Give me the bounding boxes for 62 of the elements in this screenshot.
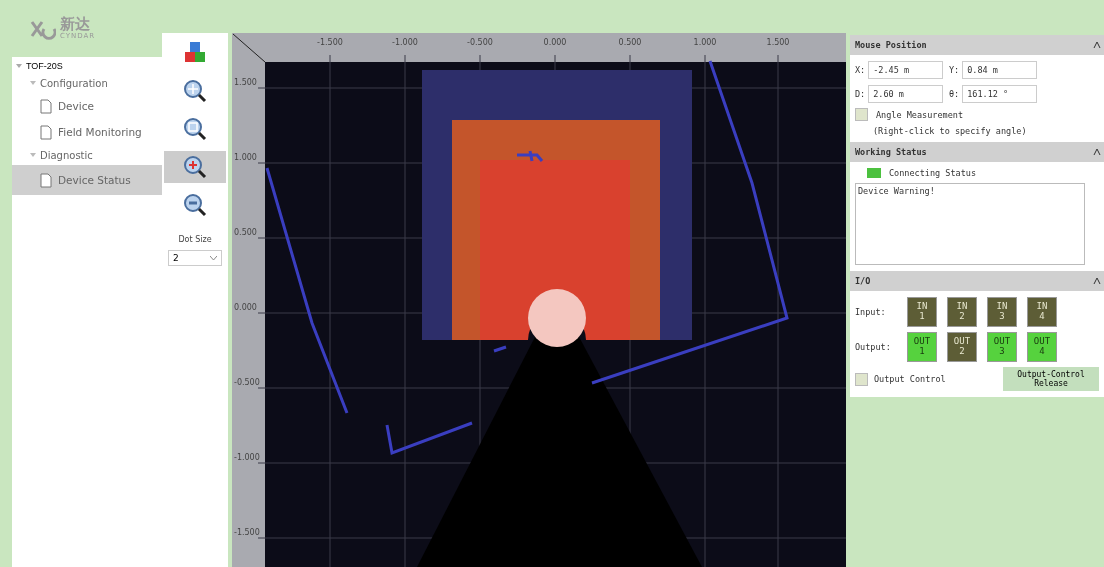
axis-tick-label: -0.500 — [234, 378, 260, 387]
release-button[interactable]: Output-Control Release — [1003, 367, 1099, 391]
log-field: Device Warning! — [855, 183, 1085, 265]
field-label: X: — [855, 65, 866, 75]
output-indicator[interactable]: OUT 2 — [947, 332, 977, 362]
collapse-icon[interactable] — [1093, 277, 1101, 285]
checkbox[interactable] — [855, 372, 868, 386]
document-icon — [40, 98, 52, 114]
axis-tick-label: 0.000 — [543, 38, 567, 47]
document-icon — [40, 172, 52, 188]
document-icon — [40, 124, 52, 140]
output-indicator[interactable]: OUT 1 — [907, 332, 937, 362]
field-label: θ: — [949, 89, 960, 99]
collapse-icon[interactable] — [1093, 41, 1101, 49]
axis-tick-label: -0.500 — [467, 38, 493, 47]
axis-tick-label: 0.500 — [234, 228, 257, 237]
tree-group[interactable]: Diagnostic — [40, 149, 93, 161]
output-indicator[interactable]: OUT 4 — [1027, 332, 1057, 362]
zoom-icon[interactable] — [164, 151, 226, 183]
checkbox-label: Output Control — [874, 374, 946, 384]
tree-item[interactable]: Device Status — [12, 165, 162, 195]
io-label: Output: — [855, 342, 892, 352]
hint-text: (Right-click to specify angle) — [872, 126, 1028, 136]
tree-item[interactable]: Field Monitoring — [12, 119, 162, 145]
input-indicator: IN 3 — [987, 297, 1017, 327]
dot-size-dropdown[interactable]: 2 — [168, 250, 222, 266]
corner-line — [232, 33, 266, 63]
value-field: 0.84 m — [962, 61, 1037, 79]
status-label: Connecting Status — [889, 168, 976, 178]
checkbox[interactable] — [855, 108, 868, 121]
logo-name: 新达 — [60, 17, 90, 32]
section-header[interactable]: Mouse Position — [850, 35, 1104, 55]
output-indicator[interactable]: OUT 3 — [987, 332, 1017, 362]
io-label: Input: — [855, 307, 887, 317]
axis-tick-label: 1.500 — [766, 38, 790, 47]
field-label: D: — [855, 89, 866, 99]
caret-icon — [210, 256, 217, 260]
input-indicator: IN 2 — [947, 297, 977, 327]
axis-tick-label: 0.000 — [234, 303, 257, 312]
axis-tick-label: 0.500 — [618, 38, 642, 47]
value-field: 161.12 ° — [962, 85, 1037, 103]
tree-group[interactable]: Configuration — [40, 77, 108, 89]
field-label: Y: — [949, 65, 960, 75]
axis-tick-label: -1.500 — [317, 38, 343, 47]
value-field: -2.45 m — [868, 61, 943, 79]
section-header[interactable]: I/O — [850, 271, 1104, 291]
value-field: 2.60 m — [868, 85, 943, 103]
dot-size-label: Dot Size — [178, 235, 212, 244]
axis-tick-label: -1.000 — [234, 453, 260, 462]
axis-tick-label: -1.500 — [234, 528, 260, 537]
tree-item[interactable]: Device — [12, 93, 162, 119]
sensor-marker — [528, 289, 586, 347]
axis-tick-label: 1.000 — [234, 153, 257, 162]
collapse-icon[interactable] — [1093, 148, 1101, 156]
tree-root[interactable]: TOF-20S — [26, 61, 63, 71]
checkbox-label: Angle Measurement — [876, 109, 963, 120]
input-indicator: IN 4 — [1027, 297, 1057, 327]
input-indicator: IN 1 — [907, 297, 937, 327]
axis-tick-label: -1.000 — [392, 38, 418, 47]
section-header[interactable]: Working Status — [850, 142, 1104, 162]
axis-tick-label: 1.000 — [693, 38, 717, 47]
axis-tick-label: 1.500 — [234, 78, 257, 87]
